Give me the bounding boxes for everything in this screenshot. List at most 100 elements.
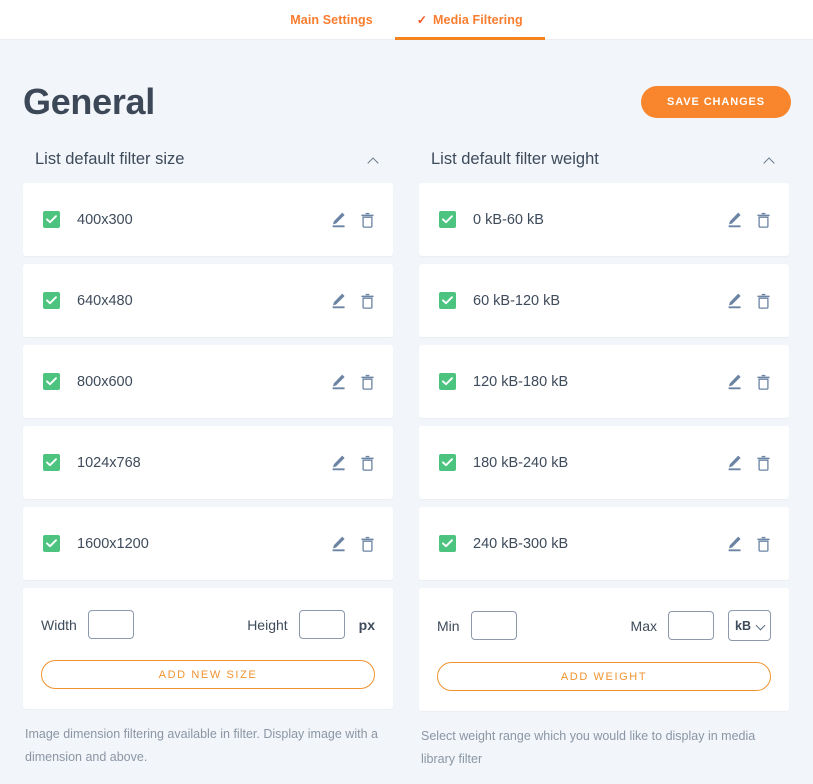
pencil-icon[interactable] — [726, 211, 743, 228]
filter-size-column: List default filter size 400x300 — [23, 136, 393, 771]
trash-icon[interactable] — [756, 536, 771, 552]
list-item[interactable]: 60 kB-120 kB — [419, 264, 789, 337]
add-weight-button[interactable]: ADD WEIGHT — [437, 662, 771, 691]
list-item-label: 120 kB-180 kB — [473, 374, 726, 390]
row-actions — [726, 292, 771, 309]
pencil-icon[interactable] — [330, 454, 347, 471]
filter-weight-section-title: List default filter weight — [431, 150, 599, 169]
chevron-up-icon[interactable] — [763, 155, 777, 165]
pencil-icon[interactable] — [726, 292, 743, 309]
item-checkbox[interactable] — [43, 373, 60, 390]
pencil-icon[interactable] — [726, 454, 743, 471]
add-size-form: Width Height px ADD NEW SIZE — [23, 588, 393, 709]
filter-size-section-title: List default filter size — [35, 150, 184, 169]
max-label: Max — [631, 618, 657, 634]
trash-icon[interactable] — [756, 293, 771, 309]
item-checkbox[interactable] — [43, 211, 60, 228]
check-icon: ✓ — [417, 14, 427, 26]
trash-icon[interactable] — [360, 212, 375, 228]
filter-weight-list: 0 kB-60 kB 60 kB-120 kB — [419, 183, 789, 711]
list-item-label: 240 kB-300 kB — [473, 536, 726, 552]
trash-icon[interactable] — [360, 455, 375, 471]
filter-size-help-text: Image dimension filtering available in f… — [23, 723, 393, 769]
pencil-icon[interactable] — [330, 292, 347, 309]
height-label: Height — [247, 617, 287, 633]
list-item[interactable]: 640x480 — [23, 264, 393, 337]
item-checkbox[interactable] — [439, 373, 456, 390]
unit-select-wrapper: kBMB — [728, 610, 771, 641]
list-item-label: 1024x768 — [77, 455, 330, 471]
list-item[interactable]: 1600x1200 — [23, 507, 393, 580]
list-item-label: 60 kB-120 kB — [473, 293, 726, 309]
weight-unit-select[interactable]: kBMB — [728, 610, 771, 641]
settings-page: General SAVE CHANGES List default filter… — [0, 40, 813, 784]
px-unit-label: px — [359, 617, 375, 633]
row-actions — [330, 292, 375, 309]
chevron-up-icon[interactable] — [367, 155, 381, 165]
list-item[interactable]: 0 kB-60 kB — [419, 183, 789, 256]
filter-weight-column: List default filter weight 0 kB-60 kB — [419, 136, 789, 771]
row-actions — [726, 454, 771, 471]
filter-size-list: 400x300 640x480 — [23, 183, 393, 709]
add-weight-form: Min Max kBMB ADD WEIGHT — [419, 588, 789, 711]
item-checkbox[interactable] — [43, 535, 60, 552]
size-inputs-row: Width Height px — [41, 610, 375, 639]
pencil-icon[interactable] — [330, 211, 347, 228]
list-item-label: 800x600 — [77, 374, 330, 390]
trash-icon[interactable] — [756, 455, 771, 471]
filter-weight-section-header[interactable]: List default filter weight — [419, 136, 789, 183]
row-actions — [726, 535, 771, 552]
filter-weight-help-text: Select weight range which you would like… — [419, 725, 789, 771]
list-item-label: 640x480 — [77, 293, 330, 309]
page-header: General SAVE CHANGES — [20, 40, 793, 136]
row-actions — [330, 535, 375, 552]
save-changes-button[interactable]: SAVE CHANGES — [641, 86, 791, 118]
add-new-size-button[interactable]: ADD NEW SIZE — [41, 660, 375, 689]
row-actions — [726, 373, 771, 390]
list-item-label: 180 kB-240 kB — [473, 455, 726, 471]
list-item[interactable]: 240 kB-300 kB — [419, 507, 789, 580]
width-label: Width — [41, 617, 77, 633]
tab-media-filtering-label: Media Filtering — [433, 13, 523, 27]
list-item-label: 1600x1200 — [77, 536, 330, 552]
tab-media-filtering[interactable]: ✓ Media Filtering — [395, 0, 545, 39]
trash-icon[interactable] — [360, 293, 375, 309]
list-item[interactable]: 400x300 — [23, 183, 393, 256]
pencil-icon[interactable] — [726, 535, 743, 552]
settings-tabbar: Main Settings ✓ Media Filtering — [0, 0, 813, 40]
row-actions — [726, 211, 771, 228]
item-checkbox[interactable] — [439, 292, 456, 309]
list-item[interactable]: 800x600 — [23, 345, 393, 418]
min-input[interactable] — [471, 611, 517, 640]
settings-columns: List default filter size 400x300 — [20, 136, 793, 771]
trash-icon[interactable] — [756, 212, 771, 228]
width-input[interactable] — [88, 610, 134, 639]
weight-inputs-row: Min Max kBMB — [437, 610, 771, 641]
pencil-icon[interactable] — [726, 373, 743, 390]
list-item-label: 0 kB-60 kB — [473, 212, 726, 228]
row-actions — [330, 454, 375, 471]
item-checkbox[interactable] — [43, 292, 60, 309]
trash-icon[interactable] — [756, 374, 771, 390]
trash-icon[interactable] — [360, 374, 375, 390]
max-input[interactable] — [668, 611, 714, 640]
row-actions — [330, 211, 375, 228]
list-item[interactable]: 120 kB-180 kB — [419, 345, 789, 418]
item-checkbox[interactable] — [439, 454, 456, 471]
pencil-icon[interactable] — [330, 535, 347, 552]
tab-main-settings[interactable]: Main Settings — [268, 0, 395, 39]
item-checkbox[interactable] — [439, 535, 456, 552]
height-input[interactable] — [299, 610, 345, 639]
min-label: Min — [437, 618, 460, 634]
item-checkbox[interactable] — [43, 454, 60, 471]
list-item-label: 400x300 — [77, 212, 330, 228]
filter-size-section-header[interactable]: List default filter size — [23, 136, 393, 183]
list-item[interactable]: 1024x768 — [23, 426, 393, 499]
list-item[interactable]: 180 kB-240 kB — [419, 426, 789, 499]
pencil-icon[interactable] — [330, 373, 347, 390]
page-title: General — [23, 84, 155, 120]
trash-icon[interactable] — [360, 536, 375, 552]
row-actions — [330, 373, 375, 390]
tab-main-settings-label: Main Settings — [290, 13, 373, 27]
item-checkbox[interactable] — [439, 211, 456, 228]
